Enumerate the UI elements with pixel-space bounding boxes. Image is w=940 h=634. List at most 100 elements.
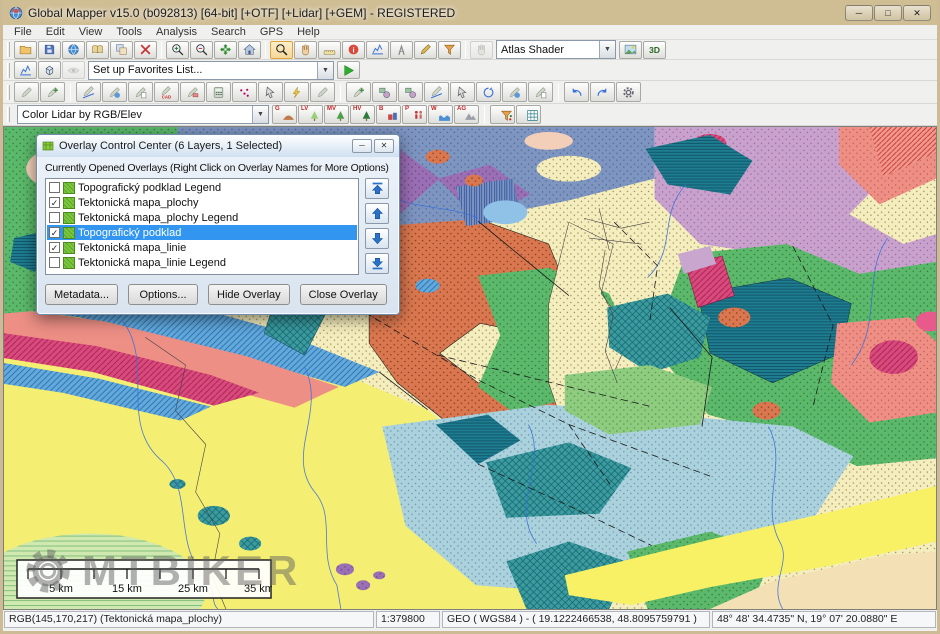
- toolbar-grip[interactable]: [7, 107, 10, 122]
- filter-tool-button[interactable]: [438, 41, 461, 59]
- lidar-ground-button[interactable]: G: [272, 105, 297, 124]
- close-overlay-button[interactable]: Close Overlay: [300, 284, 387, 305]
- minimize-button[interactable]: ─: [845, 5, 873, 21]
- home-view-button[interactable]: [238, 41, 261, 59]
- save-workspace-button[interactable]: [38, 41, 61, 59]
- overlay-item-0[interactable]: Topografický podklad Legend: [47, 180, 357, 195]
- overlay-item-2[interactable]: Tektonická mapa_plochy Legend: [47, 210, 357, 225]
- redo-edit-button[interactable]: [590, 82, 615, 102]
- chevron-down-icon[interactable]: ▼: [252, 106, 268, 123]
- favorites-combo[interactable]: Set up Favorites List... ▼: [88, 61, 334, 80]
- menu-help[interactable]: Help: [290, 25, 327, 40]
- path-profile-button[interactable]: [14, 61, 37, 79]
- title-bar[interactable]: Global Mapper v15.0 (b092813) [64-bit] […: [3, 0, 937, 25]
- copy-feature-button[interactable]: [128, 82, 153, 102]
- select-features-button[interactable]: [258, 82, 283, 102]
- layer-checkbox[interactable]: [49, 212, 60, 223]
- scale-features-button[interactable]: [502, 82, 527, 102]
- digitizer-tool-main-button[interactable]: [414, 41, 437, 59]
- lidar-water-button[interactable]: W: [428, 105, 453, 124]
- split-area-button[interactable]: [398, 82, 423, 102]
- create-line-feature-button[interactable]: [76, 82, 101, 102]
- layer-checkbox[interactable]: ✓: [49, 197, 60, 208]
- undo-edit-button[interactable]: [564, 82, 589, 102]
- apply-favorite-button[interactable]: [337, 61, 360, 79]
- layer-checkbox[interactable]: [49, 257, 60, 268]
- menu-gps[interactable]: GPS: [253, 25, 290, 40]
- lidar-buildings-button[interactable]: B: [376, 105, 401, 124]
- maximize-button[interactable]: □: [874, 5, 902, 21]
- overlay-item-3[interactable]: ✓Topografický podklad: [47, 225, 357, 240]
- menu-file[interactable]: File: [7, 25, 39, 40]
- layer-checkbox[interactable]: [49, 182, 60, 193]
- atlas-shader-combo[interactable]: Atlas Shader ▼: [496, 40, 616, 59]
- lidar-medium-vegetation-button[interactable]: MV: [324, 105, 349, 124]
- measure-tool-button[interactable]: [318, 41, 341, 59]
- fly-through-button[interactable]: [62, 61, 85, 79]
- close-button[interactable]: ✕: [903, 5, 931, 21]
- layer-checkbox[interactable]: ✓: [49, 242, 60, 253]
- combine-areas-button[interactable]: [372, 82, 397, 102]
- digitizer-options-button[interactable]: [616, 82, 641, 102]
- lidar-color-combo[interactable]: Color Lidar by RGB/Elev ▼: [17, 105, 269, 124]
- menu-tools[interactable]: Tools: [109, 25, 149, 40]
- move-layer-up-button[interactable]: [365, 203, 389, 224]
- menu-edit[interactable]: Edit: [39, 25, 72, 40]
- unload-all-layers-button[interactable]: [134, 41, 157, 59]
- lidar-high-vegetation-button[interactable]: HV: [350, 105, 375, 124]
- attribute-calculator-button[interactable]: [206, 82, 231, 102]
- toolbar-grip[interactable]: [7, 63, 10, 78]
- erase-feature-button[interactable]: [180, 82, 205, 102]
- dialog-title-bar[interactable]: Overlay Control Center (6 Layers, 1 Sele…: [37, 135, 399, 157]
- overlay-list[interactable]: Topografický podklad Legend✓Tektonická m…: [45, 178, 359, 275]
- lidar-above-ground-button[interactable]: AG: [454, 105, 479, 124]
- toolbar-grip[interactable]: [7, 85, 10, 100]
- path-profile-tool-button[interactable]: [366, 41, 389, 59]
- move-features-button[interactable]: [450, 82, 475, 102]
- feature-info-tool-button[interactable]: i: [342, 41, 365, 59]
- lidar-low-vegetation-button[interactable]: LV: [298, 105, 323, 124]
- edit-features-button[interactable]: [40, 82, 65, 102]
- measure-feature-button[interactable]: [528, 82, 553, 102]
- rotate-features-button[interactable]: [476, 82, 501, 102]
- overlay-item-5[interactable]: Tektonická mapa_linie Legend: [47, 255, 357, 270]
- pan-tool-button[interactable]: [294, 41, 317, 59]
- zoom-full-extent-button[interactable]: [214, 41, 237, 59]
- filter-lidar-button[interactable]: [490, 105, 515, 124]
- move-layer-down-button[interactable]: [365, 228, 389, 249]
- digitizer-tool-button[interactable]: [14, 82, 39, 102]
- hide-overlay-button[interactable]: Hide Overlay: [208, 284, 290, 305]
- lidar-grid-button[interactable]: [516, 105, 541, 124]
- lidar-powerline-button[interactable]: P: [402, 105, 427, 124]
- map-catalog-button[interactable]: [86, 41, 109, 59]
- download-online-imagery-button[interactable]: [62, 41, 85, 59]
- show-3d-view-button[interactable]: 3D: [643, 41, 666, 59]
- export-data-button[interactable]: [110, 41, 133, 59]
- dialog-close-button[interactable]: ✕: [374, 139, 394, 153]
- toolbar-grip[interactable]: [7, 42, 10, 57]
- layer-checkbox[interactable]: ✓: [49, 227, 60, 238]
- menu-analysis[interactable]: Analysis: [149, 25, 204, 40]
- create-feature-from-map-button[interactable]: [102, 82, 127, 102]
- create-point-features-button[interactable]: [232, 82, 257, 102]
- metadata-button[interactable]: Metadata...: [45, 284, 118, 305]
- move-layer-bottom-button[interactable]: [365, 253, 389, 274]
- menu-view[interactable]: View: [72, 25, 110, 40]
- overlay-item-1[interactable]: ✓Tektonická mapa_plochy: [47, 195, 357, 210]
- buffer-features-button[interactable]: [424, 82, 449, 102]
- open-data-file-button[interactable]: [14, 41, 37, 59]
- custom-shader-button[interactable]: [619, 41, 642, 59]
- menu-search[interactable]: Search: [204, 25, 253, 40]
- options-button[interactable]: Options...: [128, 284, 198, 305]
- view-shed-tool-button[interactable]: [390, 41, 413, 59]
- lightning-digitize-button[interactable]: [284, 82, 309, 102]
- create-cad-feature-button[interactable]: CAD: [154, 82, 179, 102]
- zoom-tool-button[interactable]: [270, 41, 293, 59]
- zoom-in-button[interactable]: [166, 41, 189, 59]
- move-layer-top-button[interactable]: [365, 178, 389, 199]
- map-canvas[interactable]: MTBIKER 5 km 15 km 25 km 35 km Overlay C…: [3, 126, 937, 610]
- snap-mode-button[interactable]: [346, 82, 371, 102]
- show-3d-button[interactable]: [38, 61, 61, 79]
- chevron-down-icon[interactable]: ▼: [317, 62, 333, 79]
- chevron-down-icon[interactable]: ▼: [599, 41, 615, 58]
